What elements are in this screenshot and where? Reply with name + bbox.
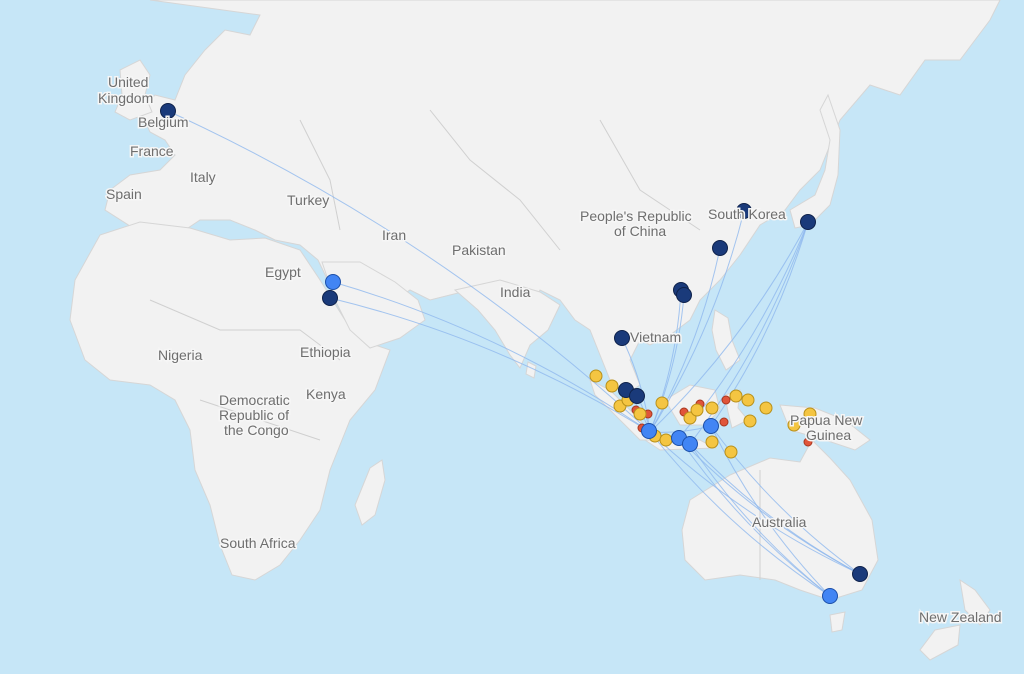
- map-marker-yellow[interactable]: [743, 414, 757, 428]
- map-marker-yellow[interactable]: [741, 393, 755, 407]
- map-marker-red[interactable]: [721, 395, 731, 405]
- map-marker-dark[interactable]: [629, 388, 645, 404]
- label-iran: Iran: [382, 227, 406, 243]
- map-marker-dark[interactable]: [712, 240, 728, 256]
- label-turkey: Turkey: [287, 192, 329, 208]
- label-nigeria: Nigeria: [158, 347, 203, 363]
- map-marker-yellow[interactable]: [690, 403, 704, 417]
- map-canvas[interactable]: United Kingdom Belgium France Spain Italy…: [0, 0, 1024, 674]
- map-marker-blue[interactable]: [682, 436, 698, 452]
- map-marker-dark[interactable]: [676, 287, 692, 303]
- map-marker-yellow[interactable]: [589, 369, 603, 383]
- map-marker-red[interactable]: [719, 417, 729, 427]
- map-marker-dark[interactable]: [322, 290, 338, 306]
- map-marker-dark[interactable]: [800, 214, 816, 230]
- label-south-africa: South Africa: [220, 535, 296, 551]
- label-ethiopia: Ethiopia: [300, 344, 351, 360]
- map-marker-blue[interactable]: [703, 418, 719, 434]
- map-marker-yellow[interactable]: [724, 445, 738, 459]
- map-marker-yellow[interactable]: [759, 401, 773, 415]
- map-marker-yellow[interactable]: [655, 396, 669, 410]
- map-marker-yellow[interactable]: [605, 379, 619, 393]
- label-australia: Australia: [752, 514, 807, 530]
- map-marker-yellow[interactable]: [729, 389, 743, 403]
- label-south-korea: South Korea: [708, 206, 786, 222]
- label-vietnam: Vietnam: [630, 329, 681, 345]
- map-marker-dark[interactable]: [614, 330, 630, 346]
- label-india: India: [500, 284, 531, 300]
- label-belgium: Belgium: [138, 114, 189, 130]
- map-marker-blue[interactable]: [325, 274, 341, 290]
- label-kenya: Kenya: [306, 386, 346, 402]
- map-marker-yellow[interactable]: [659, 433, 673, 447]
- label-new-zealand: New Zealand: [919, 609, 1002, 625]
- label-italy: Italy: [190, 169, 216, 185]
- map-marker-blue[interactable]: [641, 423, 657, 439]
- map-marker-yellow[interactable]: [705, 401, 719, 415]
- map-marker-dark[interactable]: [852, 566, 868, 582]
- map-marker-yellow[interactable]: [633, 407, 647, 421]
- label-egypt: Egypt: [265, 264, 301, 280]
- map-marker-blue[interactable]: [822, 588, 838, 604]
- label-drc: Democratic Republic of the Congo: [219, 392, 290, 438]
- label-spain: Spain: [106, 186, 142, 202]
- label-france: France: [130, 143, 174, 159]
- label-pakistan: Pakistan: [452, 242, 506, 258]
- map-marker-yellow[interactable]: [705, 435, 719, 449]
